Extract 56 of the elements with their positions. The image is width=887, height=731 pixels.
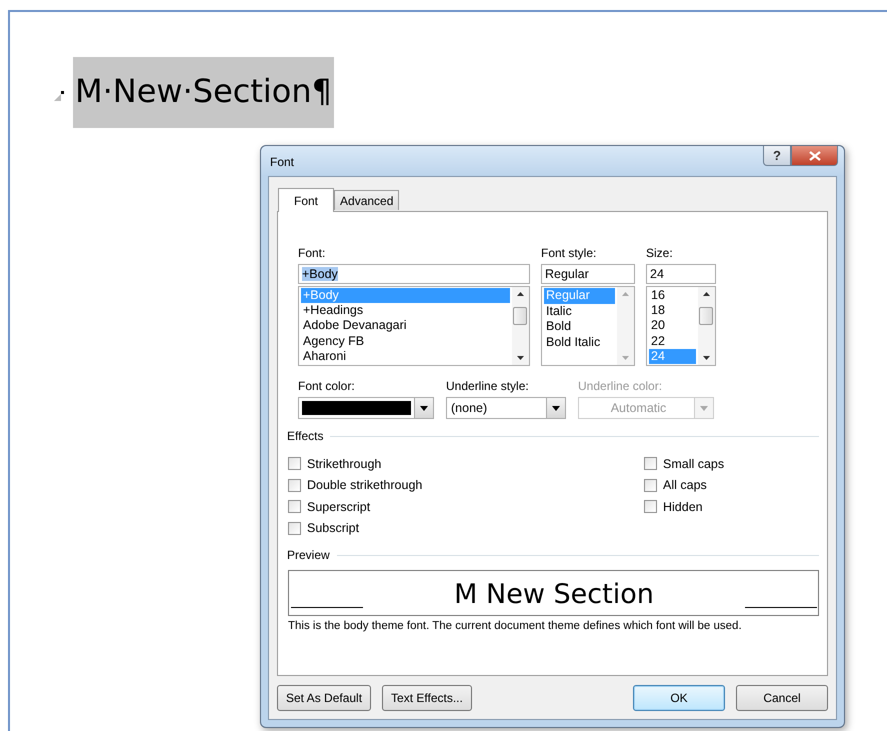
- paragraph-mark-icon: [54, 91, 64, 101]
- close-icon: [808, 150, 820, 160]
- down-arrow-icon[interactable]: [703, 356, 710, 360]
- list-item[interactable]: 20: [649, 318, 696, 334]
- dialog-button[interactable]: Cancel: [736, 685, 828, 711]
- list-item[interactable]: Italic: [544, 304, 615, 319]
- help-button[interactable]: ?: [763, 146, 791, 166]
- list-item[interactable]: 16: [649, 288, 696, 304]
- text-field[interactable]: Regular: [541, 264, 635, 284]
- dropdown-arrow-icon: [420, 406, 428, 410]
- checkbox[interactable]: Superscript: [288, 496, 644, 518]
- field-label: Underline style:: [446, 379, 530, 394]
- close-button[interactable]: [791, 146, 838, 166]
- list-item[interactable]: Bold Italic: [544, 334, 615, 350]
- list-item[interactable]: 22: [649, 334, 696, 349]
- color-dropdown[interactable]: [298, 397, 434, 419]
- scrollbar[interactable]: [512, 287, 529, 365]
- list-item[interactable]: Aharoni: [301, 348, 510, 364]
- group-heading: Preview: [287, 548, 330, 562]
- field-label: Font style:: [541, 246, 598, 261]
- checkbox[interactable]: Subscript: [288, 518, 644, 539]
- checkbox[interactable]: All caps: [644, 474, 724, 496]
- tab[interactable]: Font: [278, 188, 334, 212]
- list-item[interactable]: +Headings: [301, 303, 510, 318]
- field-label: Underline color:: [578, 379, 664, 394]
- list-item[interactable]: 18: [649, 303, 696, 318]
- preview-note: This is the body theme font. The current document theme defines which font will be used.: [288, 620, 743, 632]
- list-item[interactable]: Adobe Devanagari: [301, 318, 510, 334]
- tab[interactable]: Advanced: [334, 190, 400, 210]
- field-label: Font color:: [298, 379, 356, 394]
- list-item[interactable]: Bold: [544, 319, 615, 334]
- up-arrow-icon[interactable]: [703, 292, 710, 296]
- dropdown-arrow-icon: [700, 406, 708, 410]
- dropdown-arrow-icon: [552, 406, 560, 410]
- group-heading: Effects: [287, 429, 324, 443]
- checkbox[interactable]: Small caps: [644, 453, 724, 474]
- dialog-button[interactable]: Set As Default: [277, 685, 372, 711]
- scroll-thumb[interactable]: [513, 307, 527, 325]
- scrollbar[interactable]: [698, 287, 715, 365]
- text-field[interactable]: +Body: [298, 264, 530, 284]
- up-arrow-icon[interactable]: [517, 292, 524, 296]
- down-arrow-icon[interactable]: [517, 356, 524, 360]
- text-field[interactable]: 24: [646, 264, 716, 284]
- checkbox[interactable]: Strikethrough: [288, 453, 644, 474]
- field-label: Font:: [298, 246, 326, 261]
- preview-text: M New Section: [454, 580, 654, 610]
- checkbox[interactable]: Hidden: [644, 496, 724, 518]
- scroll-thumb[interactable]: [699, 307, 713, 325]
- dialog-button[interactable]: OK: [633, 685, 725, 711]
- document-heading: M·New·Section¶: [73, 57, 334, 128]
- list-item[interactable]: Agency FB: [301, 334, 510, 349]
- field-label: Size:: [646, 246, 674, 261]
- dialog-button[interactable]: Text Effects...: [382, 685, 472, 711]
- window-title: Font: [270, 155, 294, 169]
- dropdown[interactable]: (none): [446, 397, 566, 419]
- checkbox[interactable]: Double strikethrough: [288, 474, 644, 496]
